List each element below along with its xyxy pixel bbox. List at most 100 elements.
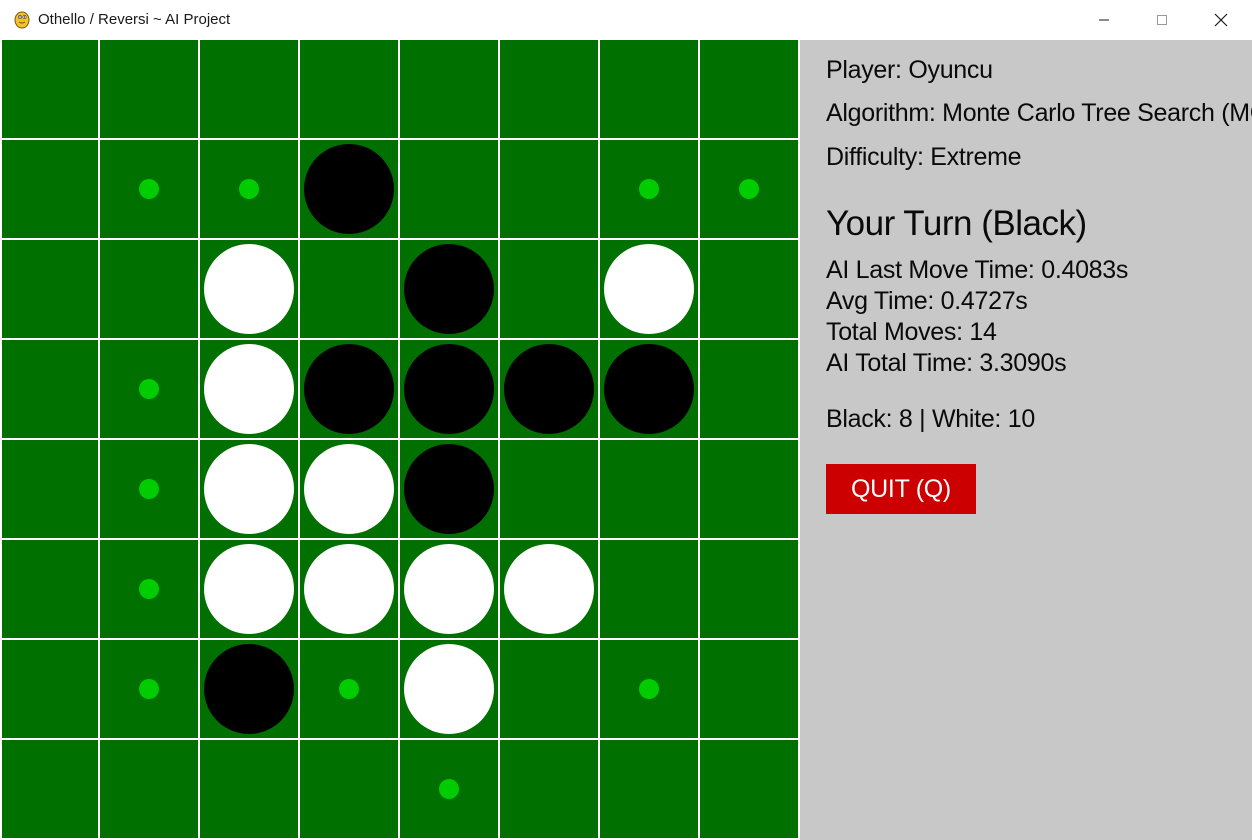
board-cell-r6c1[interactable] (100, 640, 200, 740)
valid-move-hint[interactable] (139, 679, 159, 699)
board-cell-r5c3[interactable] (300, 540, 400, 640)
board-cell-r0c2[interactable] (200, 40, 300, 140)
title-bar[interactable]: Othello / Reversi ~ AI Project (0, 0, 1252, 41)
white-disc (304, 544, 394, 634)
valid-move-hint[interactable] (639, 179, 659, 199)
close-icon (1214, 13, 1228, 27)
board-cell-r0c1[interactable] (100, 40, 200, 140)
valid-move-hint[interactable] (139, 179, 159, 199)
valid-move-hint[interactable] (239, 179, 259, 199)
quit-button[interactable]: QUIT (Q) (826, 464, 976, 514)
board-cell-r7c0[interactable] (0, 740, 100, 840)
board-cell-r2c1[interactable] (100, 240, 200, 340)
valid-move-hint[interactable] (639, 679, 659, 699)
board-cell-r3c4[interactable] (400, 340, 500, 440)
black-disc (404, 244, 494, 334)
board-cell-r4c2[interactable] (200, 440, 300, 540)
board-cell-r2c2[interactable] (200, 240, 300, 340)
board-cell-r7c6[interactable] (600, 740, 700, 840)
board-cell-r1c1[interactable] (100, 140, 200, 240)
board-cell-r4c6[interactable] (600, 440, 700, 540)
black-disc (304, 144, 394, 234)
board-cell-r1c5[interactable] (500, 140, 600, 240)
board-cell-r6c6[interactable] (600, 640, 700, 740)
black-disc (504, 344, 594, 434)
board-cell-r0c4[interactable] (400, 40, 500, 140)
pygame-snake-icon (12, 9, 32, 29)
board-cell-r4c4[interactable] (400, 440, 500, 540)
board-cell-r1c2[interactable] (200, 140, 300, 240)
maximize-button[interactable] (1133, 0, 1191, 40)
board-cell-r5c7[interactable] (700, 540, 800, 640)
maximize-icon (1157, 15, 1167, 25)
valid-move-hint[interactable] (739, 179, 759, 199)
board-cell-r5c0[interactable] (0, 540, 100, 640)
board-cell-r6c4[interactable] (400, 640, 500, 740)
board-cell-r5c1[interactable] (100, 540, 200, 640)
close-button[interactable] (1192, 0, 1250, 40)
board-cell-r3c5[interactable] (500, 340, 600, 440)
minimize-button[interactable] (1075, 0, 1133, 40)
turn-indicator: Your Turn (Black) (826, 204, 1087, 243)
board-cell-r6c5[interactable] (500, 640, 600, 740)
white-disc (604, 244, 694, 334)
valid-move-hint[interactable] (439, 779, 459, 799)
board-cell-r4c5[interactable] (500, 440, 600, 540)
board-cell-r4c0[interactable] (0, 440, 100, 540)
board-cell-r3c1[interactable] (100, 340, 200, 440)
board-cell-r6c0[interactable] (0, 640, 100, 740)
board-cell-r2c3[interactable] (300, 240, 400, 340)
board-cell-r1c4[interactable] (400, 140, 500, 240)
board-cell-r2c7[interactable] (700, 240, 800, 340)
board-cell-r4c3[interactable] (300, 440, 400, 540)
board-cell-r6c2[interactable] (200, 640, 300, 740)
game-window: Othello / Reversi ~ AI Project Player: O… (0, 0, 1252, 840)
black-disc (304, 344, 394, 434)
total-moves: Total Moves: 14 (826, 318, 997, 346)
board-cell-r5c6[interactable] (600, 540, 700, 640)
black-disc (604, 344, 694, 434)
othello-board (0, 40, 800, 840)
board-cell-r7c3[interactable] (300, 740, 400, 840)
board-cell-r2c6[interactable] (600, 240, 700, 340)
valid-move-hint[interactable] (139, 579, 159, 599)
ai-total-time: AI Total Time: 3.3090s (826, 349, 1067, 377)
board-cell-r3c7[interactable] (700, 340, 800, 440)
valid-move-hint[interactable] (139, 479, 159, 499)
board-cell-r0c6[interactable] (600, 40, 700, 140)
board-cell-r5c2[interactable] (200, 540, 300, 640)
board-cell-r3c6[interactable] (600, 340, 700, 440)
board-cell-r7c1[interactable] (100, 740, 200, 840)
board-cell-r5c4[interactable] (400, 540, 500, 640)
ai-last-move-time: AI Last Move Time: 0.4083s (826, 256, 1129, 284)
board-cell-r1c7[interactable] (700, 140, 800, 240)
valid-move-hint[interactable] (139, 379, 159, 399)
board-cell-r1c3[interactable] (300, 140, 400, 240)
board-cell-r3c2[interactable] (200, 340, 300, 440)
board-cell-r0c3[interactable] (300, 40, 400, 140)
board-cell-r3c0[interactable] (0, 340, 100, 440)
board-cell-r0c7[interactable] (700, 40, 800, 140)
board-cell-r2c0[interactable] (0, 240, 100, 340)
board-cell-r7c2[interactable] (200, 740, 300, 840)
board-cell-r1c6[interactable] (600, 140, 700, 240)
board-cell-r5c5[interactable] (500, 540, 600, 640)
board-cell-r1c0[interactable] (0, 140, 100, 240)
board-cell-r7c5[interactable] (500, 740, 600, 840)
board-cell-r2c5[interactable] (500, 240, 600, 340)
board-cell-r0c0[interactable] (0, 40, 100, 140)
board-cell-r3c3[interactable] (300, 340, 400, 440)
board-cell-r7c7[interactable] (700, 740, 800, 840)
board-cell-r6c3[interactable] (300, 640, 400, 740)
white-disc (204, 444, 294, 534)
board-cell-r0c5[interactable] (500, 40, 600, 140)
window-title: Othello / Reversi ~ AI Project (38, 11, 231, 28)
board-cell-r4c7[interactable] (700, 440, 800, 540)
score-label: Black: 8 | White: 10 (826, 405, 1035, 433)
board-cell-r7c4[interactable] (400, 740, 500, 840)
valid-move-hint[interactable] (339, 679, 359, 699)
black-disc (204, 644, 294, 734)
board-cell-r6c7[interactable] (700, 640, 800, 740)
board-cell-r2c4[interactable] (400, 240, 500, 340)
board-cell-r4c1[interactable] (100, 440, 200, 540)
